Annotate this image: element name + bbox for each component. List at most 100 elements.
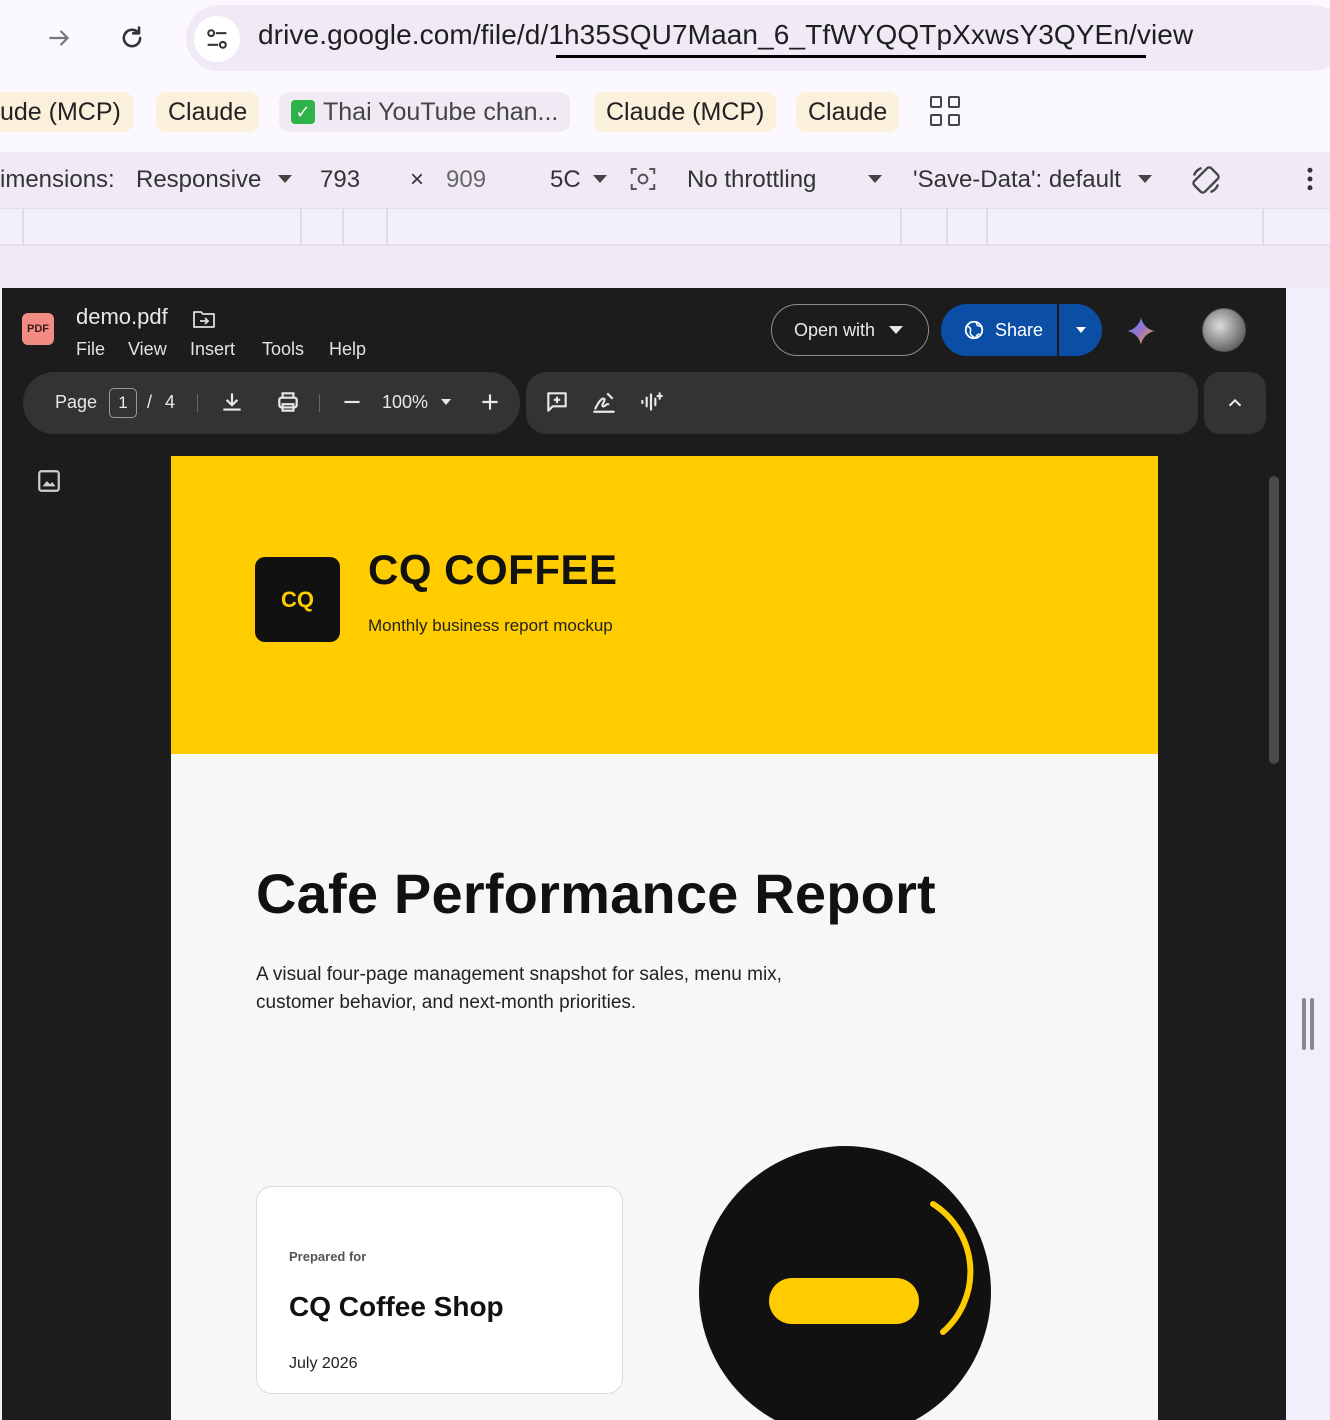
save-data-value: 'Save-Data': default: [913, 166, 1121, 193]
gemini-icon[interactable]: [1124, 314, 1158, 353]
brand-name: CQ COFFEE: [368, 546, 618, 593]
bookmark-claude-2[interactable]: Claude: [796, 92, 900, 132]
bookmark-claude-mcp-1[interactable]: ude (MCP): [0, 92, 133, 132]
pdf-viewer: PDF demo.pdf File View Insert Tools Help…: [2, 288, 1286, 1420]
share-button-group: Share: [941, 304, 1102, 356]
plus-icon: [482, 394, 498, 410]
more-options-button[interactable]: [1300, 164, 1320, 201]
zoom-value: 5C: [550, 166, 581, 193]
media-query-ruler: [0, 208, 1330, 246]
caret-down-icon: [278, 175, 293, 183]
card-label: Prepared for: [289, 1249, 367, 1264]
caret-down-icon: [441, 399, 452, 405]
menu-tools[interactable]: Tools: [262, 339, 304, 360]
menu-insert[interactable]: Insert: [190, 339, 235, 360]
device-toolbar: imensions: Responsive 793 × 909 5C No th…: [0, 152, 1330, 208]
page-header-band: CQ CQ COFFEE Monthly business report moc…: [171, 456, 1158, 754]
page-separator: /: [147, 392, 153, 412]
zoom-select[interactable]: 100%: [382, 392, 452, 413]
open-with-button[interactable]: Open with: [771, 304, 929, 356]
zoom-out-button[interactable]: [339, 389, 365, 420]
annotation-toolbar: [526, 372, 1198, 434]
bookmark-claude-1[interactable]: Claude: [156, 92, 260, 132]
apps-grid-icon[interactable]: [930, 96, 962, 128]
menu-file[interactable]: File: [76, 339, 105, 360]
file-name[interactable]: demo.pdf: [76, 304, 168, 330]
print-icon: [278, 392, 298, 412]
caret-down-icon: [1075, 327, 1086, 333]
draw-button[interactable]: [590, 389, 618, 420]
rotate-device-icon: [1192, 166, 1220, 194]
image-icon: [38, 470, 60, 492]
pdf-page: CQ CQ COFFEE Monthly business report moc…: [171, 456, 1158, 1420]
globe-icon: [964, 320, 984, 340]
share-dropdown-button[interactable]: [1059, 327, 1102, 333]
site-info-button[interactable]: [194, 16, 240, 62]
zoom-in-button[interactable]: [477, 389, 503, 420]
minus-icon: [344, 400, 360, 404]
rotate-button[interactable]: [1188, 162, 1224, 205]
devtools-resize-rail: [1286, 288, 1330, 1420]
url-text[interactable]: drive.google.com/file/d/1h35SQU7Maan_6_T…: [258, 19, 1193, 51]
download-button[interactable]: [219, 389, 245, 420]
bookmark-label: Thai YouTube chan...: [323, 97, 559, 126]
screenshot-button[interactable]: [628, 164, 658, 201]
zoom-value: 100%: [382, 392, 429, 412]
zoom-select[interactable]: 5C: [550, 166, 608, 194]
device-select[interactable]: Responsive: [136, 166, 293, 194]
reload-icon: [122, 26, 142, 48]
card-date: July 2026: [289, 1355, 358, 1372]
chevron-up-icon: [1228, 398, 1242, 407]
bookmarks-bar: ude (MCP) Claude ✓ Thai YouTube chan... …: [0, 78, 1330, 152]
caret-down-icon: [593, 175, 608, 183]
save-data-select[interactable]: 'Save-Data': default: [913, 166, 1152, 194]
reload-button[interactable]: [112, 18, 152, 58]
throttling-label: No throttling: [687, 166, 817, 193]
dimensions-label: imensions:: [0, 166, 115, 193]
caret-down-icon: [889, 326, 904, 334]
bookmark-thai-youtube[interactable]: ✓ Thai YouTube chan...: [279, 92, 571, 132]
add-comment-button[interactable]: [544, 389, 570, 420]
page-number-input[interactable]: 1: [109, 388, 137, 418]
checkmark-icon: ✓: [291, 100, 315, 124]
card-name: CQ Coffee Shop: [289, 1291, 504, 1322]
thumbnails-button[interactable]: [36, 468, 62, 499]
signature-icon: [593, 392, 615, 413]
brand-subtitle: Monthly business report mockup: [368, 616, 613, 635]
forward-button[interactable]: [40, 18, 80, 58]
times-icon: ×: [410, 166, 425, 193]
bookmark-claude-mcp-2[interactable]: Claude (MCP): [594, 92, 777, 132]
caret-down-icon: [1137, 175, 1152, 183]
prepared-for-card: Prepared for CQ Coffee Shop July 2026: [256, 1186, 623, 1394]
address-bar[interactable]: drive.google.com/file/d/1h35SQU7Maan_6_T…: [186, 5, 1330, 71]
caret-down-icon: [868, 175, 882, 183]
pdf-toolbar: Page 1 / 4 100%: [23, 372, 520, 434]
audio-button[interactable]: [638, 389, 664, 420]
menu-view[interactable]: View: [128, 339, 167, 360]
device-frame-gap: [0, 246, 1330, 288]
collapse-toolbar-button[interactable]: [1204, 372, 1266, 434]
menu-help[interactable]: Help: [329, 339, 366, 360]
tune-icon: [207, 29, 227, 49]
print-button[interactable]: [275, 389, 301, 420]
page-label: Page: [55, 392, 98, 412]
move-to-folder-icon[interactable]: [192, 308, 216, 335]
arrow-right-icon: [49, 30, 70, 46]
resize-handle[interactable]: [1302, 998, 1306, 1050]
share-button[interactable]: Share: [941, 304, 1059, 356]
coffee-emblem-graphic: [699, 1146, 991, 1420]
report-subtitle: A visual four-page management snapshot f…: [256, 964, 782, 1013]
share-label: Share: [995, 319, 1044, 340]
browser-toolbar: drive.google.com/file/d/1h35SQU7Maan_6_T…: [0, 0, 1330, 78]
width-input[interactable]: 793: [320, 166, 360, 194]
user-avatar[interactable]: [1202, 308, 1246, 352]
capture-icon: [630, 168, 656, 190]
viewer-scrollbar[interactable]: [1269, 476, 1279, 764]
pdf-file-icon: PDF: [22, 313, 54, 345]
throttling-select[interactable]: [868, 166, 882, 194]
audio-wave-icon: [641, 392, 663, 411]
height-input[interactable]: 909: [446, 166, 486, 194]
more-vert-icon: [1307, 167, 1313, 191]
download-icon: [223, 393, 241, 411]
report-title: Cafe Performance Report: [256, 862, 936, 925]
